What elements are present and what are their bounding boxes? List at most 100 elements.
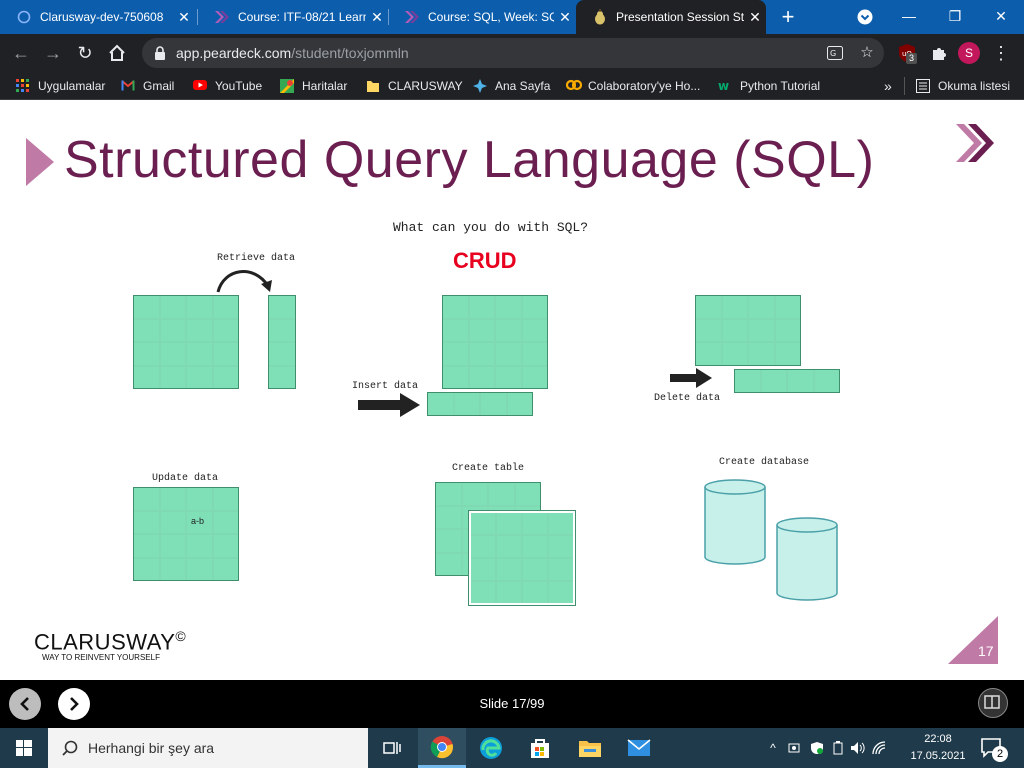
close-window-button[interactable]: ✕ bbox=[978, 0, 1024, 34]
table-cell bbox=[522, 296, 547, 318]
translate-icon[interactable]: G bbox=[822, 40, 848, 66]
restore-button[interactable]: ❐ bbox=[932, 0, 978, 34]
tab-title: Presentation Session Stu bbox=[616, 10, 744, 24]
webcam-icon[interactable] bbox=[788, 741, 802, 755]
bookmark-star-icon[interactable]: ☆ bbox=[854, 40, 880, 66]
immersive-reader-icon bbox=[984, 695, 1000, 709]
immersive-reader-button[interactable] bbox=[978, 688, 1008, 718]
table-cell bbox=[469, 366, 494, 388]
table-cell bbox=[788, 370, 813, 392]
back-button[interactable]: ← bbox=[8, 40, 34, 66]
home-button[interactable] bbox=[104, 40, 130, 66]
create-table-front bbox=[468, 510, 576, 606]
table-cell bbox=[496, 343, 521, 365]
brand-tagline: WAY TO REINVENT YOURSELF bbox=[42, 653, 160, 662]
address-bar[interactable]: app.peardeck.com/student/toxjommln G ☆ bbox=[142, 38, 884, 68]
taskbar-edge[interactable] bbox=[467, 728, 515, 768]
bookmark-python-tutorial[interactable]: w Python Tutorial bbox=[718, 76, 820, 96]
table-cell bbox=[187, 488, 212, 510]
bookmark-clarusway-folder[interactable]: CLARUSWAY bbox=[366, 76, 463, 96]
bookmarks-bar: Uygulamalar Gmail YouTube Haritalar CLAR… bbox=[0, 72, 1024, 100]
table-cell bbox=[496, 366, 521, 388]
tab-close-icon[interactable]: ✕ bbox=[366, 9, 388, 26]
tray-overflow-chevron-icon[interactable]: ^ bbox=[764, 741, 782, 755]
taskbar-mail[interactable] bbox=[615, 728, 663, 768]
bookmark-gmail[interactable]: Gmail bbox=[121, 76, 174, 96]
tab-itf-course[interactable]: Course: ITF-08/21 Learn ✕ bbox=[198, 0, 388, 34]
table-cell bbox=[722, 296, 747, 318]
store-bag-icon bbox=[531, 739, 549, 758]
lock-icon[interactable] bbox=[154, 46, 166, 60]
reload-button[interactable]: ↻ bbox=[72, 40, 98, 66]
profile-avatar[interactable]: S bbox=[956, 40, 982, 66]
reload-icon: ↻ bbox=[77, 43, 93, 63]
table-cell bbox=[443, 319, 468, 341]
taskbar-store[interactable] bbox=[516, 728, 564, 768]
bookmark-colaboratory[interactable]: Colaboratory'ye Ho... bbox=[565, 76, 700, 96]
tab-close-icon[interactable]: ✕ bbox=[744, 9, 766, 26]
table-cell bbox=[497, 513, 521, 534]
curved-arrow-icon bbox=[216, 270, 272, 293]
table-cell bbox=[454, 393, 479, 415]
taskbar-clock[interactable]: 22:08 17.05.2021 bbox=[906, 731, 970, 765]
table-cell bbox=[134, 343, 159, 365]
taskbar-file-explorer[interactable] bbox=[566, 728, 614, 768]
taskbar-chrome[interactable] bbox=[418, 728, 466, 768]
insert-new-row bbox=[427, 392, 533, 416]
table-cell bbox=[187, 558, 212, 580]
table-cell bbox=[523, 582, 547, 603]
tab-sql-course[interactable]: Course: SQL, Week: SQL ✕ bbox=[388, 0, 576, 34]
bookmark-label: YouTube bbox=[215, 79, 263, 93]
table-cell bbox=[696, 319, 721, 342]
battery-icon[interactable] bbox=[832, 741, 844, 755]
delete-removed-row bbox=[734, 369, 840, 393]
url-domain: app.peardeck.com bbox=[176, 45, 292, 61]
forward-button[interactable]: → bbox=[40, 40, 66, 66]
volume-icon[interactable] bbox=[850, 741, 866, 755]
action-center-button[interactable]: 2 bbox=[980, 734, 1010, 764]
table-cell bbox=[213, 366, 238, 388]
slide-page-number: 17 bbox=[978, 643, 994, 659]
table-cell bbox=[722, 343, 747, 365]
slide-title: Structured Query Language (SQL) bbox=[64, 131, 875, 189]
retrieve-data-label: Retrieve data bbox=[217, 253, 296, 264]
youtube-icon bbox=[193, 79, 207, 93]
tab-clarusway-dev[interactable]: Clarusway-dev-750608 ✕ bbox=[0, 0, 195, 34]
new-tab-button[interactable]: + bbox=[775, 4, 801, 30]
browser-toolbar: ← → ↻ app.peardeck.com/student/toxjommln… bbox=[0, 34, 1024, 72]
menu-kebab-icon[interactable]: ⋮ bbox=[988, 40, 1014, 66]
bookmark-haritalar[interactable]: Haritalar bbox=[280, 76, 347, 96]
bookmark-ana-sayfa[interactable]: Ana Sayfa bbox=[473, 76, 550, 96]
more-bookmarks-button[interactable]: » bbox=[884, 76, 892, 96]
ublock-extension-icon[interactable]: uO 3 bbox=[894, 40, 920, 66]
start-button[interactable] bbox=[0, 728, 48, 768]
restore-icon: ❐ bbox=[948, 8, 962, 24]
defender-shield-icon[interactable] bbox=[810, 741, 824, 755]
bookmark-label: Haritalar bbox=[302, 79, 348, 93]
svg-text:w: w bbox=[718, 79, 729, 91]
table-cell bbox=[213, 511, 238, 533]
arrow-right-icon: → bbox=[44, 43, 62, 63]
url-text[interactable]: app.peardeck.com/student/toxjommln bbox=[176, 45, 409, 61]
edge-icon bbox=[480, 737, 502, 759]
table-cell bbox=[213, 488, 238, 510]
extensions-puzzle-icon[interactable] bbox=[926, 40, 952, 66]
wifi-icon[interactable] bbox=[872, 741, 888, 755]
bookmark-youtube[interactable]: YouTube bbox=[193, 76, 262, 96]
tab-close-icon[interactable]: ✕ bbox=[173, 9, 195, 26]
reading-list-button[interactable]: Okuma listesi bbox=[916, 76, 1010, 96]
svg-text:G: G bbox=[830, 49, 836, 58]
table-cell bbox=[696, 296, 721, 318]
tab-presentation-session[interactable]: Presentation Session Stu ✕ bbox=[576, 0, 766, 34]
tab-search-button[interactable] bbox=[842, 0, 888, 34]
table-cell bbox=[213, 343, 238, 365]
taskbar-search-box[interactable]: Herhangi bir şey ara bbox=[48, 728, 368, 768]
insert-arrow-icon bbox=[358, 393, 420, 417]
minimize-button[interactable]: — bbox=[886, 0, 932, 34]
bookmark-uygulamalar[interactable]: Uygulamalar bbox=[16, 76, 105, 96]
task-view-button[interactable] bbox=[368, 728, 416, 768]
table-cell bbox=[549, 513, 573, 534]
task-view-icon bbox=[383, 742, 401, 754]
tab-close-icon[interactable]: ✕ bbox=[554, 9, 576, 26]
table-cell bbox=[523, 559, 547, 580]
